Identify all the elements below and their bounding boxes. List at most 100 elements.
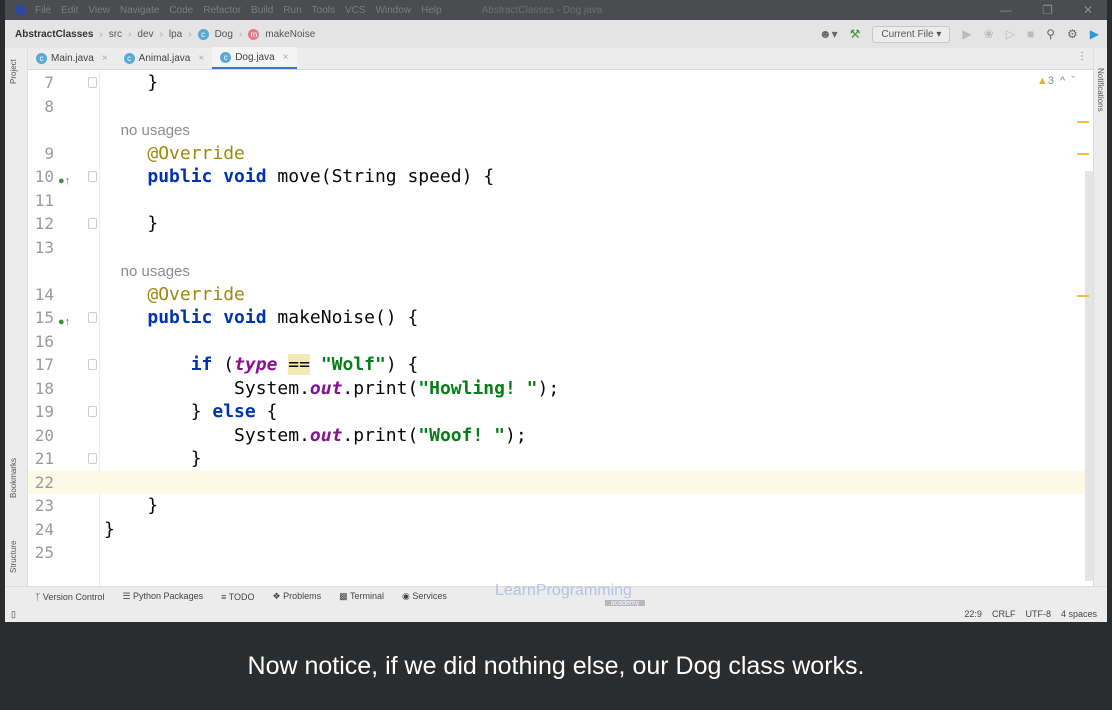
breadcrumb-src[interactable]: src bbox=[109, 29, 122, 40]
gear-icon[interactable]: ⚙ bbox=[1067, 27, 1078, 41]
close-icon[interactable]: ✕ bbox=[1083, 3, 1093, 17]
code-line[interactable]: 21 } bbox=[28, 447, 1093, 471]
code-line[interactable]: 18 System.out.print("Howling! "); bbox=[28, 377, 1093, 401]
stop-icon[interactable]: ■ bbox=[1027, 27, 1034, 41]
menu-tools[interactable]: Tools bbox=[312, 5, 335, 16]
warning-marker[interactable] bbox=[1077, 153, 1089, 155]
menu-window[interactable]: Window bbox=[376, 5, 412, 16]
bookmarks-tool-button[interactable]: Bookmarks bbox=[9, 458, 18, 498]
fold-marker-icon[interactable] bbox=[88, 77, 97, 88]
todo-tab[interactable]: ≡ TODO bbox=[221, 592, 254, 602]
code-token-p bbox=[104, 166, 147, 187]
code-line[interactable]: 25 bbox=[28, 541, 1093, 565]
menu-run[interactable]: Run bbox=[283, 5, 301, 16]
code-line[interactable]: 15 ●↑ public void makeNoise() { bbox=[28, 306, 1093, 330]
restore-icon[interactable]: ❐ bbox=[1042, 3, 1053, 17]
inspection-widget[interactable]: ▲3 ^ ˇ bbox=[1037, 75, 1075, 87]
indent-setting[interactable]: 4 spaces bbox=[1061, 609, 1097, 619]
fold-marker-icon[interactable] bbox=[88, 171, 97, 182]
build-hammer-icon[interactable]: ⚒ bbox=[850, 27, 861, 41]
status-toggle-icon[interactable]: ▯ bbox=[11, 609, 16, 620]
fold-marker-icon[interactable] bbox=[88, 312, 97, 323]
right-tool-strip: Notifications bbox=[1093, 48, 1107, 588]
tab-main-java[interactable]: c Main.java × bbox=[28, 47, 116, 69]
minimize-icon[interactable]: — bbox=[1000, 3, 1012, 17]
close-tab-icon[interactable]: × bbox=[102, 53, 108, 64]
breadcrumb-project[interactable]: AbstractClasses bbox=[15, 29, 93, 40]
tab-animal-java[interactable]: c Animal.java × bbox=[116, 47, 213, 69]
code-text: } bbox=[104, 494, 158, 518]
code-line[interactable]: 22 bbox=[28, 470, 1093, 494]
code-token-p: } bbox=[104, 448, 202, 469]
fold-marker-icon[interactable] bbox=[88, 218, 97, 229]
menu-build[interactable]: Build bbox=[251, 5, 273, 16]
code-line[interactable]: 23 } bbox=[28, 494, 1093, 518]
code-editor[interactable]: 7 } 8 no usages 9 @Override 10 ●↑ public voi… bbox=[28, 71, 1093, 586]
close-tab-icon[interactable]: × bbox=[198, 53, 204, 64]
close-tab-icon[interactable]: × bbox=[283, 52, 289, 63]
breadcrumb-class[interactable]: Dog bbox=[215, 29, 233, 40]
code-line[interactable]: 19 } else { bbox=[28, 400, 1093, 424]
user-icon[interactable]: ☻▾ bbox=[819, 27, 838, 41]
menu-refactor[interactable]: Refactor bbox=[203, 5, 241, 16]
debug-icon[interactable]: ❀ bbox=[984, 27, 994, 41]
version-control-tab[interactable]: ᛉ Version Control bbox=[35, 592, 104, 602]
code-line[interactable]: 9 @Override bbox=[28, 142, 1093, 166]
fold-marker-icon[interactable] bbox=[88, 406, 97, 417]
code-token-p: ); bbox=[537, 377, 560, 399]
toolbox-icon[interactable]: ▶ bbox=[1090, 27, 1099, 41]
menu-file[interactable]: File bbox=[35, 5, 51, 16]
code-token-fld: out bbox=[309, 377, 343, 399]
menu-code[interactable]: Code bbox=[169, 5, 193, 16]
code-line[interactable]: 7 } bbox=[28, 71, 1093, 95]
services-tab[interactable]: ◉ Services bbox=[402, 591, 447, 602]
breadcrumb-dev[interactable]: dev bbox=[137, 29, 153, 40]
warning-marker[interactable] bbox=[1077, 295, 1089, 297]
tab-dog-java[interactable]: c Dog.java × bbox=[212, 47, 297, 69]
breadcrumb-method[interactable]: makeNoise bbox=[265, 29, 315, 40]
code-token-str: "Howling! " bbox=[418, 377, 538, 399]
usages-hint[interactable]: no usages bbox=[104, 263, 190, 280]
code-line[interactable]: 11 bbox=[28, 189, 1093, 213]
code-line[interactable]: no usages bbox=[28, 259, 1093, 283]
project-tool-button[interactable]: Project bbox=[9, 59, 18, 84]
code-line[interactable]: 13 bbox=[28, 236, 1093, 260]
code-text: } bbox=[104, 212, 158, 236]
python-packages-tab[interactable]: ☰ Python Packages bbox=[122, 591, 203, 602]
file-encoding[interactable]: UTF-8 bbox=[1025, 609, 1051, 619]
line-separator[interactable]: CRLF bbox=[992, 609, 1016, 619]
search-icon[interactable]: ⚲ bbox=[1046, 27, 1055, 41]
code-line[interactable]: 17 if (type == "Wolf") { bbox=[28, 353, 1093, 377]
code-line[interactable]: 8 bbox=[28, 95, 1093, 119]
code-token-p bbox=[104, 307, 147, 328]
coverage-icon[interactable]: ▷ bbox=[1006, 27, 1015, 41]
code-line[interactable]: 12 } bbox=[28, 212, 1093, 236]
code-token-fld: out bbox=[309, 424, 343, 446]
vertical-scrollbar[interactable] bbox=[1085, 171, 1093, 581]
code-line[interactable]: 14 @Override bbox=[28, 283, 1093, 307]
menu-view[interactable]: View bbox=[88, 5, 110, 16]
terminal-tab[interactable]: ▩ Terminal bbox=[339, 591, 384, 602]
menu-edit[interactable]: Edit bbox=[61, 5, 78, 16]
run-config-dropdown[interactable]: Current File ▾ bbox=[872, 25, 951, 43]
caret-position[interactable]: 22:9 bbox=[964, 609, 982, 619]
more-tabs-icon[interactable]: ⋮ bbox=[1077, 51, 1087, 62]
code-line[interactable]: no usages bbox=[28, 118, 1093, 142]
usages-hint[interactable]: no usages bbox=[104, 122, 190, 139]
code-line[interactable]: 10 ●↑ public void move(String speed) { bbox=[28, 165, 1093, 189]
code-line[interactable]: 16 bbox=[28, 330, 1093, 354]
notifications-tool-button[interactable]: Notifications bbox=[1096, 68, 1105, 112]
breadcrumb-lpa[interactable]: lpa bbox=[169, 29, 182, 40]
menu-navigate[interactable]: Navigate bbox=[120, 5, 159, 16]
warning-marker[interactable] bbox=[1077, 121, 1089, 123]
fold-marker-icon[interactable] bbox=[88, 453, 97, 464]
menu-vcs[interactable]: VCS bbox=[345, 5, 366, 16]
code-line[interactable]: 24} bbox=[28, 518, 1093, 542]
line-number: 16 bbox=[34, 331, 54, 351]
problems-tab[interactable]: ❖ Problems bbox=[273, 591, 322, 602]
menu-help[interactable]: Help bbox=[421, 5, 442, 16]
fold-marker-icon[interactable] bbox=[88, 359, 97, 370]
run-icon[interactable]: ▶ bbox=[962, 27, 971, 41]
code-line[interactable]: 20 System.out.print("Woof! "); bbox=[28, 424, 1093, 448]
structure-tool-button[interactable]: Structure bbox=[9, 541, 18, 573]
